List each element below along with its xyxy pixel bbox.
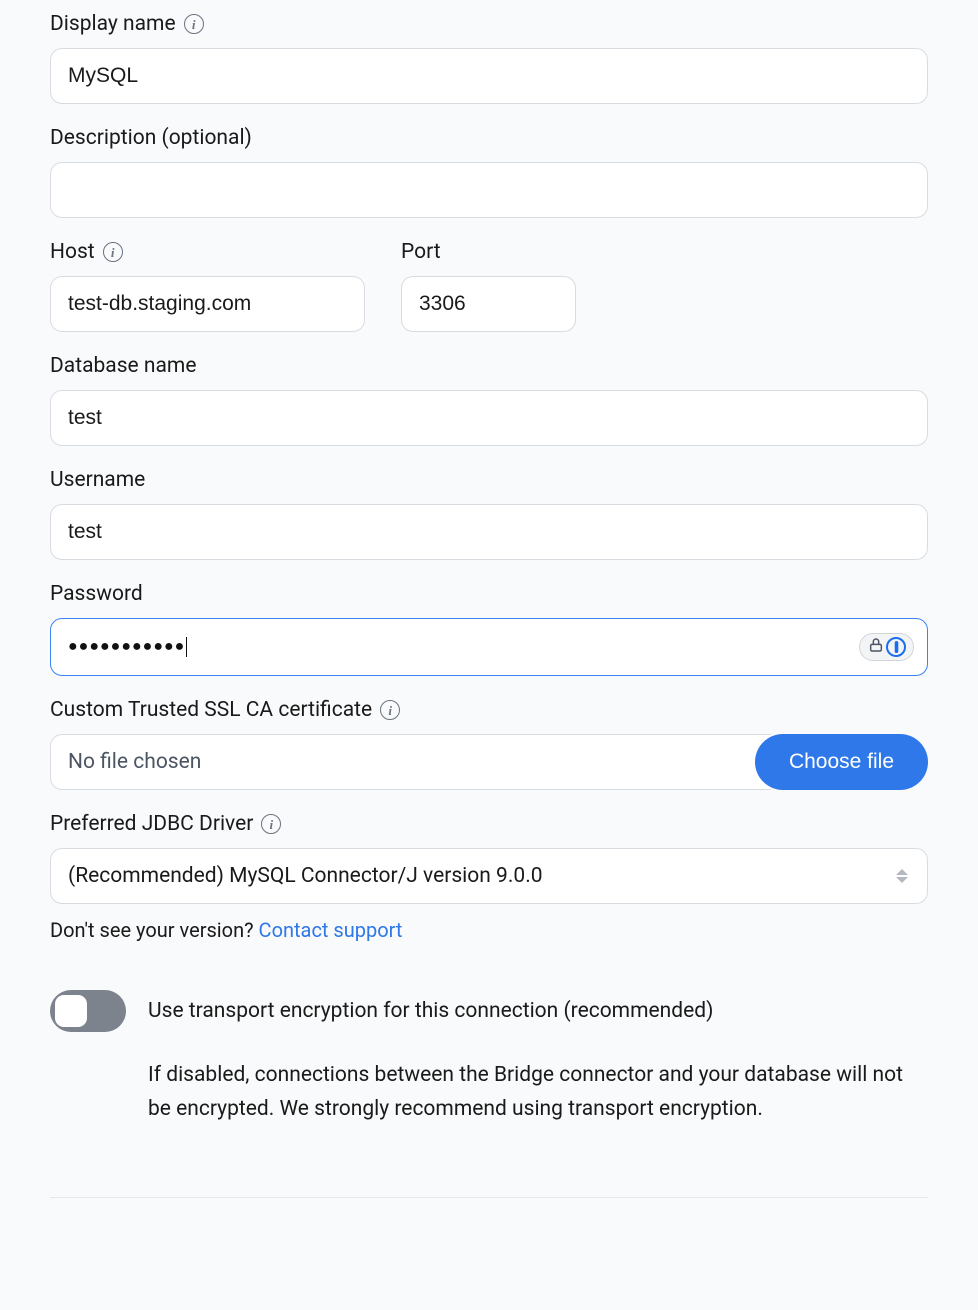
username-input[interactable] (50, 504, 928, 560)
port-input[interactable] (401, 276, 576, 332)
username-label: Username (50, 468, 145, 492)
jdbc-label: Preferred JDBC Driver (50, 812, 253, 836)
ssl-cert-label: Custom Trusted SSL CA certificate (50, 698, 372, 722)
encryption-toggle[interactable] (50, 990, 126, 1032)
description-input[interactable] (50, 162, 928, 218)
database-name-input[interactable] (50, 390, 928, 446)
description-label: Description (optional) (50, 126, 252, 150)
lock-icon (868, 637, 884, 657)
ssl-cert-file-display: No file chosen (50, 734, 771, 790)
port-label: Port (401, 240, 441, 264)
onepassword-icon (886, 637, 906, 657)
section-divider (50, 1197, 928, 1198)
password-label: Password (50, 582, 143, 606)
jdbc-select[interactable]: (Recommended) MySQL Connector/J version … (50, 848, 928, 904)
encryption-description: If disabled, connections between the Bri… (148, 1058, 928, 1127)
password-value: ●●●●●●●●●●● (68, 638, 185, 656)
choose-file-button[interactable]: Choose file (755, 734, 928, 790)
host-input[interactable] (50, 276, 365, 332)
info-icon[interactable]: i (380, 700, 400, 720)
host-label: Host (50, 240, 95, 264)
encryption-label: Use transport encryption for this connec… (148, 996, 928, 1028)
password-input[interactable]: ●●●●●●●●●●● (50, 618, 928, 676)
info-icon[interactable]: i (103, 242, 123, 262)
info-icon[interactable]: i (261, 814, 281, 834)
database-name-label: Database name (50, 354, 196, 378)
toggle-knob (55, 995, 87, 1027)
display-name-label: Display name (50, 12, 176, 36)
password-manager-badge[interactable] (859, 633, 914, 661)
contact-support-link[interactable]: Contact support (259, 918, 403, 942)
info-icon[interactable]: i (184, 14, 204, 34)
version-helper-text: Don't see your version? (50, 918, 259, 942)
display-name-input[interactable] (50, 48, 928, 104)
